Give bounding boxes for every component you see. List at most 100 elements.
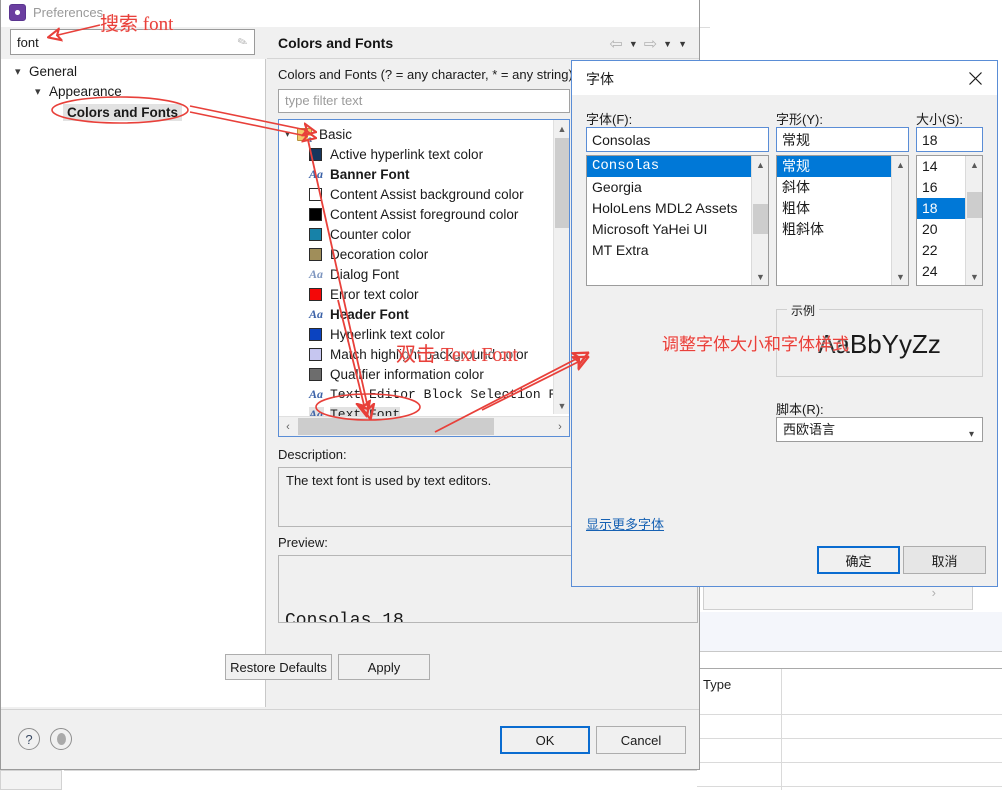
list-item[interactable]: 粗斜体: [777, 219, 891, 240]
list-item[interactable]: 14: [917, 156, 965, 177]
close-icon[interactable]: [953, 61, 997, 95]
chevron-down-icon[interactable]: ▾: [35, 85, 49, 98]
scroll-down-icon[interactable]: ▼: [892, 268, 908, 285]
chevron-right-icon[interactable]: ›: [932, 585, 936, 600]
list-item[interactable]: 斜体: [777, 177, 891, 198]
scroll-down-icon[interactable]: ▼: [554, 397, 569, 414]
color-swatch-icon: [309, 367, 322, 381]
list-item[interactable]: Consolas: [587, 156, 751, 177]
tree-row-label: Counter color: [330, 226, 412, 242]
folder-font-icon: [297, 127, 312, 143]
list-item[interactable]: Microsoft YaHei UI: [587, 219, 751, 240]
font-aa-icon: Aa: [309, 306, 324, 321]
font-aa-icon: Aa: [309, 266, 324, 281]
tree-row-active-hyperlink[interactable]: Active hyperlink text color: [309, 144, 483, 164]
font-dialog-cancel-button[interactable]: 取消: [903, 546, 986, 574]
list-item[interactable]: [587, 261, 751, 282]
scrollbar-thumb[interactable]: [753, 204, 768, 234]
scrollbar-thumb[interactable]: [298, 418, 494, 435]
filter-input[interactable]: type filter text: [278, 89, 570, 113]
tree-row-dialog-font[interactable]: Aa Dialog Font: [309, 264, 399, 284]
chevron-down-icon[interactable]: ▼: [629, 39, 638, 49]
preview-line-1: Consolas 18: [285, 611, 404, 623]
tree-row-error-text-color[interactable]: Error text color: [309, 284, 419, 304]
size-list-scrollbar[interactable]: ▲ ▼: [965, 156, 982, 285]
list-item[interactable]: HoloLens MDL2 Assets: [587, 198, 751, 219]
annotation-double-click-text-font: 双击 Text Font: [396, 344, 518, 366]
chevron-down-icon[interactable]: ▾: [969, 423, 974, 446]
scroll-down-icon[interactable]: ▼: [752, 268, 768, 285]
description-label: Description:: [278, 447, 347, 462]
arrow-right-icon[interactable]: ⇨: [644, 34, 657, 54]
page-title: Colors and Fonts: [278, 34, 394, 51]
font-list-scrollbar[interactable]: ▲ ▼: [751, 156, 768, 285]
list-item[interactable]: 22: [917, 240, 965, 261]
scrollbar-thumb[interactable]: [967, 192, 982, 218]
list-item[interactable]: 18: [917, 198, 965, 219]
list-item[interactable]: Segoe MDL2 Assets: [587, 282, 751, 285]
scroll-up-icon[interactable]: ▲: [892, 156, 908, 173]
list-item[interactable]: 16: [917, 177, 965, 198]
tree-row-ca-background[interactable]: Content Assist background color: [309, 184, 524, 204]
background-bottom-strip-left: [0, 770, 62, 790]
sidebar-item-colors-and-fonts[interactable]: Colors and Fonts: [63, 104, 182, 121]
scroll-down-icon[interactable]: ▼: [966, 268, 982, 285]
tree-horizontal-scrollbar[interactable]: ‹ ›: [279, 416, 569, 436]
tree-row-block-selection-font[interactable]: Aa Text Editor Block Selection Font: [309, 384, 569, 404]
tree-row-basic[interactable]: ▾ Basic: [285, 124, 352, 144]
scroll-up-icon[interactable]: ▲: [752, 156, 768, 173]
tree-row-label: Dialog Font: [330, 266, 400, 282]
tree-row-label: Header Font: [330, 306, 409, 322]
chevron-down-icon[interactable]: ▾: [15, 65, 29, 78]
arrow-left-icon[interactable]: ⇦: [609, 34, 622, 54]
page-nav: ⇦ ▼ ⇨ ▼ ▼: [609, 34, 687, 54]
apply-button[interactable]: Apply: [338, 654, 430, 680]
list-item[interactable]: 20: [917, 219, 965, 240]
scrollbar-thumb[interactable]: [555, 138, 569, 228]
tree-row-label: Qualifier information color: [330, 366, 484, 382]
scroll-right-icon[interactable]: ›: [551, 417, 569, 436]
script-select[interactable]: 西欧语言 ▾: [776, 417, 983, 442]
chevron-down-icon[interactable]: ▼: [663, 39, 672, 49]
overflow-chevron-down-icon[interactable]: ▼: [678, 39, 687, 49]
sidebar-item-label: General: [29, 64, 78, 79]
restore-defaults-button[interactable]: Restore Defaults: [225, 654, 332, 680]
font-style-input[interactable]: [776, 127, 909, 152]
tree-row-banner-font[interactable]: Aa Banner Font: [309, 164, 410, 184]
chevron-down-icon[interactable]: ▾: [285, 129, 297, 140]
font-size-input[interactable]: [916, 127, 983, 152]
sidebar-item-general[interactable]: ▾ General: [15, 64, 77, 79]
list-item[interactable]: 粗体: [777, 198, 891, 219]
filter-description: Colors and Fonts (? = any character, * =…: [278, 67, 577, 82]
list-item[interactable]: 常规: [777, 156, 891, 177]
tree-row-header-font[interactable]: Aa Header Font: [309, 304, 409, 324]
style-list-scrollbar[interactable]: ▲ ▼: [891, 156, 908, 285]
cancel-button[interactable]: Cancel: [596, 726, 686, 754]
ok-button[interactable]: OK: [500, 726, 590, 754]
colors-and-fonts-tree[interactable]: ▾ Basic Active hyperlink text color Aa B…: [278, 119, 570, 437]
list-item[interactable]: Georgia: [587, 177, 751, 198]
show-more-fonts-link[interactable]: 显示更多字体: [586, 514, 664, 533]
font-family-input[interactable]: [586, 127, 769, 152]
list-item[interactable]: MT Extra: [587, 240, 751, 261]
color-swatch-icon: [309, 287, 322, 301]
font-dialog-ok-button[interactable]: 确定: [817, 546, 900, 574]
font-style-list[interactable]: 常规 斜体 粗体 粗斜体 ▲ ▼: [776, 155, 909, 286]
sidebar-item-appearance[interactable]: ▾ Appearance: [35, 84, 122, 99]
scroll-up-icon[interactable]: ▲: [966, 156, 982, 173]
list-item[interactable]: 26: [917, 282, 965, 285]
list-item[interactable]: 24: [917, 261, 965, 282]
toggle-icon[interactable]: [50, 728, 72, 750]
question-mark-icon[interactable]: ?: [18, 728, 40, 750]
screen-root: ▾ › Type Preferences ✎ ▾ General: [0, 0, 1002, 790]
font-family-list[interactable]: Consolas Georgia HoloLens MDL2 Assets Mi…: [586, 155, 769, 286]
tree-row-counter-color[interactable]: Counter color: [309, 224, 411, 244]
background-table: Type: [697, 668, 1002, 790]
tree-row-ca-foreground[interactable]: Content Assist foreground color: [309, 204, 518, 224]
tree-row-qualifier-info-color[interactable]: Qualifier information color: [309, 364, 484, 384]
tree-row-decoration-color[interactable]: Decoration color: [309, 244, 428, 264]
scroll-left-icon[interactable]: ‹: [279, 417, 297, 436]
font-size-list[interactable]: 14 16 18 20 22 24 26 ▲ ▼: [916, 155, 983, 286]
scroll-up-icon[interactable]: ▲: [554, 120, 569, 137]
tree-vertical-scrollbar[interactable]: ▲ ▼: [553, 120, 569, 414]
